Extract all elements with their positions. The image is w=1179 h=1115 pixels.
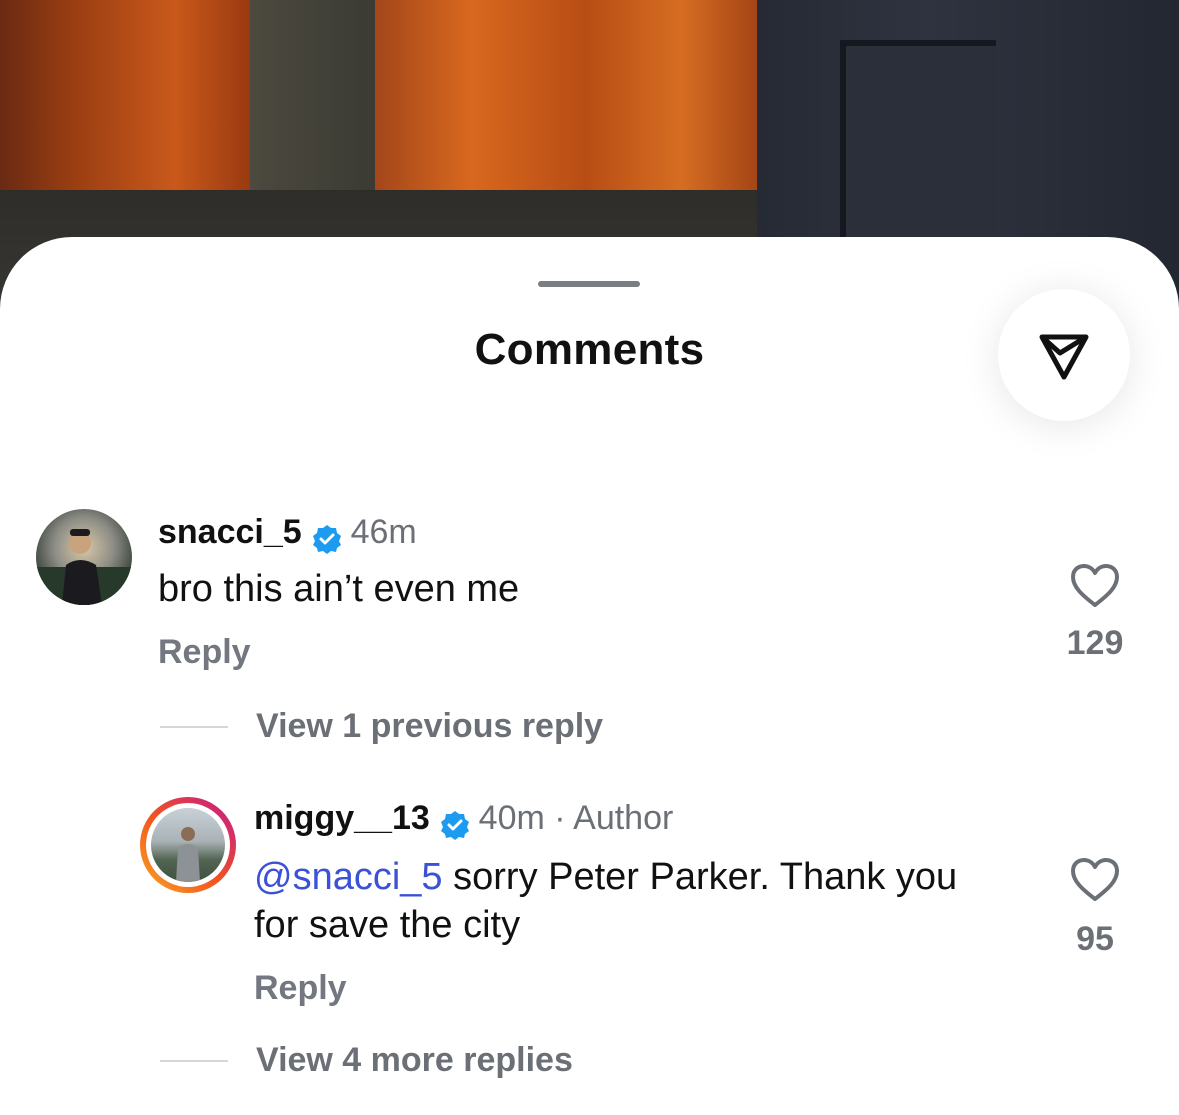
heart-outline-icon[interactable] <box>1070 563 1120 609</box>
comment-username[interactable]: miggy__13 <box>254 799 430 837</box>
orange-wall-center <box>375 0 757 205</box>
drag-handle[interactable] <box>538 281 640 287</box>
replies-divider <box>160 726 228 728</box>
comment-timestamp: 40m · Author <box>478 799 674 837</box>
comment-timestamp: 46m <box>350 513 417 551</box>
avatar-person-silhouette <box>36 529 132 605</box>
heart-outline-icon[interactable] <box>1070 857 1120 903</box>
reply-button[interactable]: Reply <box>254 969 347 1008</box>
reply-comment-item: miggy__13 40m · Author @snacci_5 sorry P… <box>0 797 1179 1017</box>
comments-sheet: Comments snacci_5 46m bro this ain’t eve… <box>0 237 1179 1115</box>
comment-text: bro this ain’t even me <box>158 568 520 610</box>
like-control[interactable]: 95 <box>1060 857 1130 959</box>
verified-badge-icon <box>313 524 342 554</box>
avatar-story-ring[interactable] <box>140 797 236 893</box>
paper-plane-icon <box>1039 334 1089 380</box>
reply-button[interactable]: Reply <box>158 633 251 672</box>
view-previous-replies-button[interactable]: View 1 previous reply <box>256 707 603 746</box>
like-count: 129 <box>1066 624 1124 662</box>
mention-link[interactable]: @snacci_5 <box>254 856 443 898</box>
avatar <box>146 803 230 887</box>
view-more-replies-button[interactable]: View 4 more replies <box>256 1041 573 1080</box>
comment-username[interactable]: snacci_5 <box>158 513 302 551</box>
like-count: 95 <box>1076 920 1114 958</box>
verified-badge-icon <box>441 810 470 840</box>
comment-item: snacci_5 46m bro this ain’t even me Repl… <box>0 497 1179 687</box>
avatar-person-silhouette <box>176 827 200 882</box>
share-button[interactable] <box>998 289 1130 421</box>
orange-wall-left <box>0 0 250 190</box>
like-control[interactable]: 129 <box>1060 563 1130 663</box>
replies-divider <box>160 1060 228 1062</box>
avatar[interactable] <box>36 509 132 605</box>
comment-text: @snacci_5 sorry Peter Parker. Thank you … <box>254 853 984 949</box>
